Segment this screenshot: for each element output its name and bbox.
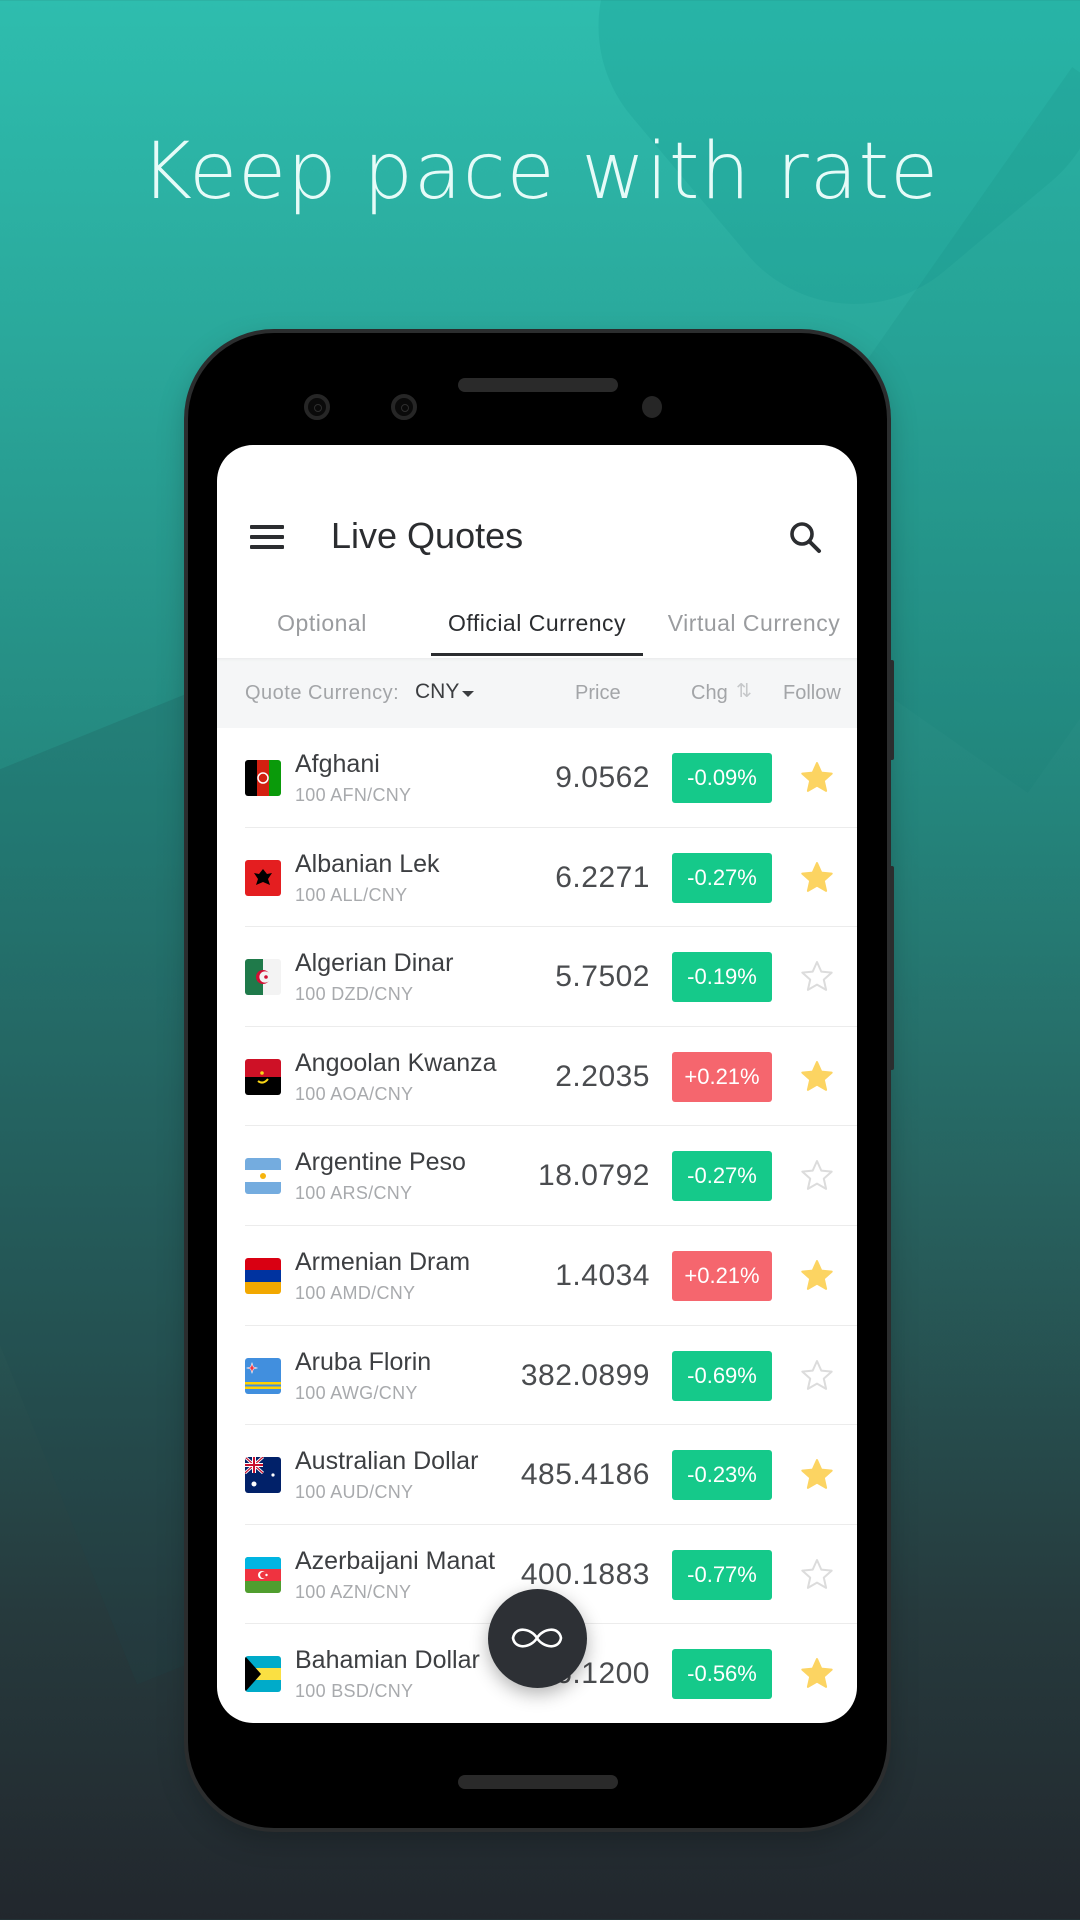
currency-name: Angoolan Kwanza [295,1048,497,1077]
earpiece-speaker [458,378,618,392]
currency-name: Aruba Florin [295,1347,432,1376]
flag-al-icon [245,859,281,896]
currency-pair: 100 BSD/CNY [295,1681,414,1702]
currency-row[interactable]: Albanian Lek 100 ALL/CNY 6.2271 -0.27% [217,828,857,928]
currency-name: Azerbaijani Manat [295,1546,496,1575]
phone-side-button [888,660,894,760]
currency-pair: 100 ALL/CNY [295,884,408,905]
currency-price: 9.0562 [555,761,650,794]
star-filled-icon[interactable] [799,1656,835,1692]
phone-side-button [888,866,894,1070]
currency-price: 5.7502 [555,960,650,994]
currency-pair: 100 AOA/CNY [295,1083,414,1104]
currency-price: 485.4186 [520,1458,650,1492]
column-header-chg[interactable]: Chg [691,682,728,705]
star-filled-icon[interactable] [799,860,835,896]
column-header-follow: Follow [783,682,841,704]
currency-pair: 100 DZD/CNY [295,984,414,1005]
currency-price: 1.4034 [555,1258,650,1292]
chevron-down-icon[interactable] [462,691,474,697]
change-badge: +0.21% [672,1250,772,1301]
flag-dz-icon [245,959,281,996]
currency-price: 2.2035 [555,1059,650,1093]
currency-name: Afghani [295,750,380,778]
app-bar: Live Quotes [217,445,857,590]
infinity-icon [511,1628,563,1648]
currency-pair: 100 AWG/CNY [295,1382,418,1403]
currency-row[interactable]: Angoolan Kwanza 100 AOA/CNY 2.2035 +0.21% [217,1027,857,1127]
flag-af-icon [245,760,281,796]
currency-row[interactable]: Armenian Dram 100 AMD/CNY 1.4034 +0.21% [217,1226,857,1326]
star-outline-icon[interactable] [799,959,835,995]
change-badge: -0.27% [672,1151,772,1202]
hamburger-menu-icon[interactable] [250,525,284,551]
currency-pair: 100 AFN/CNY [295,785,412,805]
currency-pair: 100 ARS/CNY [295,1183,413,1204]
currency-name: Algerian Dinar [295,949,454,978]
search-icon[interactable] [787,519,825,557]
flag-ar-icon [245,1158,281,1195]
currency-pair: 100 AZN/CNY [295,1581,412,1602]
column-header-price: Price [575,682,621,704]
currency-row[interactable]: Argentine Peso 100 ARS/CNY 18.0792 -0.27% [217,1126,857,1226]
currency-row[interactable]: Algerian Dinar 100 DZD/CNY 5.7502 -0.19% [217,927,857,1027]
bottom-speaker [458,1775,618,1789]
tab-virtual-currency[interactable]: Virtual Currency [649,595,857,651]
currency-price: 18.0792 [538,1159,650,1193]
change-badge: -0.69% [672,1350,772,1401]
camera-icon [304,394,330,420]
flag-aw-icon [245,1357,281,1394]
infinity-fab-button[interactable] [488,1589,587,1688]
currency-pair: 100 AUD/CNY [295,1482,414,1503]
star-filled-icon[interactable] [799,1258,835,1294]
change-badge: -0.27% [672,852,772,903]
change-badge: -0.77% [672,1549,772,1600]
star-outline-icon[interactable] [799,1158,835,1194]
currency-row[interactable]: Aruba Florin 100 AWG/CNY 382.0899 -0.69% [217,1326,857,1426]
change-badge: -0.09% [672,753,772,803]
flag-bs-icon [245,1656,281,1693]
change-badge: +0.21% [672,1051,772,1102]
list-header: Quote Currency: CNY Price Chg ⇅ Follow [217,658,857,728]
tab-official-currency[interactable]: Official Currency [431,595,643,651]
tab-optional[interactable]: Optional [237,595,407,651]
currency-pair: 100 AMD/CNY [295,1282,416,1303]
star-filled-icon[interactable] [799,1059,835,1095]
currency-name: Argentine Peso [295,1148,466,1177]
flag-au-icon [245,1457,281,1494]
currency-row[interactable]: Afghani 100 AFN/CNY 9.0562 -0.09% [217,728,857,828]
phone-screen: Live Quotes Optional Official Currency V… [217,445,857,1723]
change-badge: -0.19% [672,952,772,1003]
star-filled-icon[interactable] [799,1457,835,1493]
currency-price: 400.1883 [520,1557,650,1591]
quote-currency-dropdown[interactable]: CNY [415,680,459,704]
currency-price: 382.0899 [520,1358,650,1392]
currency-list: Afghani 100 AFN/CNY 9.0562 -0.09% Albanian L… [217,728,857,1723]
change-badge: -0.56% [672,1649,772,1700]
tab-bar: Optional Official Currency Virtual Curre… [217,595,857,655]
page-title: Live Quotes [331,515,524,556]
active-tab-indicator [431,653,643,656]
flag-az-icon [245,1556,281,1593]
currency-row[interactable]: Australian Dollar 100 AUD/CNY 485.4186 -0.2… [217,1425,857,1525]
proximity-sensor [642,396,662,418]
change-badge: -0.23% [672,1450,772,1501]
star-outline-icon[interactable] [799,1358,835,1394]
currency-name: Bahamian Dollar [295,1646,480,1675]
sort-icon[interactable]: ⇅ [736,680,752,703]
currency-name: Armenian Dram [295,1247,471,1276]
currency-price: 6.2271 [555,860,650,894]
currency-name: Australian Dollar [295,1447,479,1476]
camera-icon [391,394,417,420]
currency-name: Albanian Lek [295,849,440,878]
star-filled-icon[interactable] [799,760,835,796]
flag-am-icon [245,1257,281,1294]
promo-headline: Keep pace with rate [140,127,940,217]
star-outline-icon[interactable] [799,1557,835,1593]
flag-ao-icon [245,1058,281,1095]
quote-currency-label: Quote Currency: [245,682,400,704]
